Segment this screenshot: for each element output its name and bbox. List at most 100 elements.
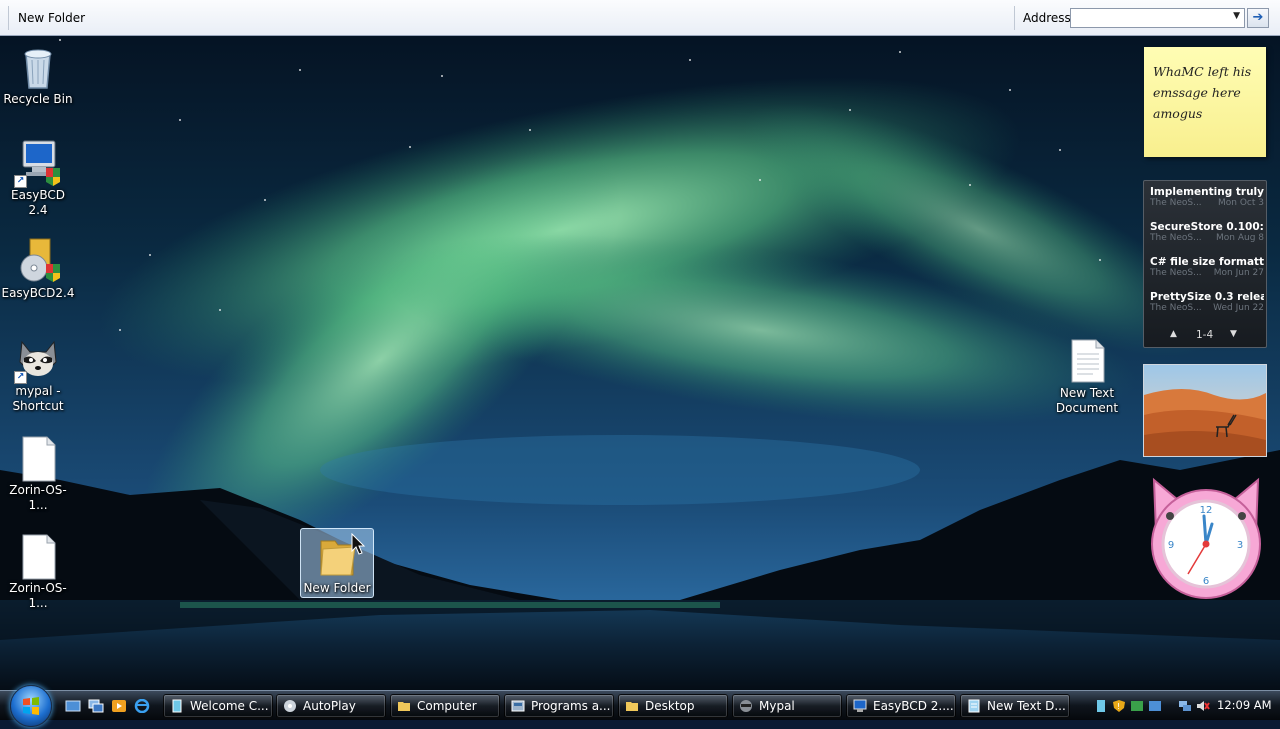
raccoon-icon: ↗ [14, 334, 62, 384]
chevron-down-icon[interactable]: ▼ [1233, 11, 1240, 21]
taskbar-button-desktop[interactable]: Desktop [618, 694, 728, 718]
taskbar-clock[interactable]: 12:09 AM [1217, 698, 1272, 712]
show-desktop-icon[interactable] [65, 699, 81, 713]
shortcut-arrow-icon: ↗ [14, 175, 27, 188]
desktop-icon-zorin-iso-2[interactable]: Zorin-OS-1... [0, 531, 76, 611]
document-icon [14, 531, 62, 581]
easybcd-icon [853, 699, 867, 712]
desktop-icon-label: New Text Document [1055, 386, 1119, 415]
feed-item[interactable]: SecureStore 0.100: K... The NeoS... Mon A… [1150, 221, 1264, 245]
taskbar-button-label: AutoPlay [303, 699, 356, 713]
feed-item-source: The NeoS... [1150, 198, 1202, 208]
feed-item-date: Wed Jun 22 [1213, 303, 1264, 313]
autoplay-icon [284, 700, 296, 712]
windows-logo-icon [23, 697, 39, 715]
cat-clock-face: 12 3 6 9 [1151, 477, 1261, 599]
desktop-icon-mypal-shortcut[interactable]: ↗ mypal - Shortcut [0, 334, 76, 414]
taskbar-button-notepad[interactable]: New Text D... [960, 694, 1070, 718]
go-button[interactable]: ➔ [1247, 8, 1269, 28]
control-panel-icon [511, 700, 525, 712]
mouse-cursor-icon [351, 533, 366, 555]
folder-icon [398, 702, 410, 711]
clock-numeral: 12 [1200, 505, 1213, 516]
desktop-icon-label: EasyBCD2.4 [1, 286, 75, 300]
desktop-icon-easybcd-shortcut[interactable]: ↗ EasyBCD 2.4 [0, 138, 76, 218]
taskbar-button-easybcd[interactable]: EasyBCD 2.... [846, 694, 956, 718]
internet-explorer-icon[interactable] [134, 698, 150, 714]
taskbar-button-programs[interactable]: Programs a... [504, 694, 614, 718]
taskbar-button-welcome-center[interactable]: Welcome C... [163, 694, 273, 718]
desktop-icon-easybcd-installer[interactable]: EasyBCD2.4 [0, 236, 76, 301]
feed-headlines-gadget: Implementing truly s... The NeoS... Mon O… [1143, 180, 1267, 348]
document-icon [14, 433, 62, 483]
desktop-icon-label: mypal - Shortcut [12, 384, 64, 413]
desktop-icon-recycle-bin[interactable]: Recycle Bin [0, 42, 76, 107]
svg-text:!: ! [1117, 702, 1120, 711]
toolbar-separator [8, 6, 9, 30]
chevron-up-icon[interactable]: ▲ [1170, 329, 1177, 339]
feed-item-title: PrettySize 0.3 releas... [1150, 291, 1264, 303]
desert-photo [1144, 365, 1266, 456]
sticky-note-line: emssage here [1153, 85, 1241, 100]
feed-item-source: The NeoS... [1150, 268, 1202, 278]
desktop-icon-label: EasyBCD 2.4 [11, 188, 65, 217]
sticky-note-gadget[interactable]: WhaMC left his emssage here amogus [1144, 47, 1266, 157]
address-input[interactable] [1073, 10, 1227, 28]
feed-pager: ▲ 1-4 ▼ [1166, 329, 1246, 343]
toolbar-separator [1014, 6, 1015, 30]
folder-toolbar: New Folder Address ▼ ➔ [0, 0, 1280, 36]
feed-item[interactable]: PrettySize 0.3 releas... The NeoS... Wed … [1150, 291, 1264, 315]
security-shield-icon[interactable]: ! [1112, 699, 1126, 713]
easybcd-icon: ↗ [14, 138, 62, 188]
update-icon[interactable] [1148, 699, 1162, 713]
desktop-icon-zorin-iso-1[interactable]: Zorin-OS-1... [0, 433, 76, 513]
desktop-icon-new-folder[interactable]: New Folder [300, 528, 374, 598]
taskbar-button-label: New Text D... [987, 699, 1066, 713]
desktop-icon-new-text-document[interactable]: New Text Document [1049, 336, 1125, 416]
folder-icon [313, 531, 366, 581]
clock-numeral: 3 [1237, 540, 1243, 551]
feed-item-title: Implementing truly s... [1150, 186, 1264, 198]
feed-item[interactable]: C# file size formattin... The NeoS... Mon… [1150, 256, 1264, 280]
volume-muted-icon[interactable] [1196, 699, 1210, 713]
desktop-icon-label: New Folder [303, 581, 371, 595]
taskbar-button-autoplay[interactable]: AutoPlay [276, 694, 386, 718]
taskbar-button-label: Desktop [645, 699, 695, 713]
taskbar-button-label: Welcome C... [190, 699, 269, 713]
shortcut-arrow-icon: ↗ [14, 371, 27, 384]
notepad-icon [968, 699, 980, 713]
feed-item-date: Mon Oct 3 [1218, 198, 1264, 208]
network-icon[interactable] [1178, 699, 1192, 713]
arrow-right-icon: ➔ [1252, 10, 1264, 25]
chevron-down-icon[interactable]: ▼ [1230, 329, 1237, 339]
recycle-bin-icon [14, 42, 62, 92]
taskbar-button-computer[interactable]: Computer [390, 694, 500, 718]
start-button[interactable] [10, 685, 52, 727]
media-player-icon[interactable] [111, 699, 127, 713]
taskbar-button-label: Computer [417, 699, 477, 713]
sticky-note-line: WhaMC left his [1153, 64, 1252, 79]
clock-gadget[interactable]: 12 3 6 9 [1144, 472, 1268, 602]
feed-item-date: Mon Jun 27 [1213, 268, 1264, 278]
sidebar-icon[interactable] [1094, 699, 1108, 713]
feed-item-source: The NeoS... [1150, 303, 1202, 313]
folder-icon [626, 702, 638, 711]
taskbar-button-label: Programs a... [531, 699, 611, 713]
clock-numeral: 6 [1203, 576, 1209, 587]
taskbar-button-label: Mypal [759, 699, 795, 713]
feed-item[interactable]: Implementing truly s... The NeoS... Mon O… [1150, 186, 1264, 210]
desktop-icon-label: Zorin-OS-1... [9, 581, 67, 610]
switch-windows-icon[interactable] [88, 699, 104, 713]
sticky-note-line: amogus [1153, 106, 1203, 121]
desktop-icon-label: Zorin-OS-1... [9, 483, 67, 512]
sync-icon[interactable] [1130, 699, 1144, 713]
installer-icon [14, 236, 62, 286]
clock-numeral: 9 [1168, 540, 1174, 551]
feed-page-range: 1-4 [1196, 329, 1214, 341]
feed-item-title: C# file size formattin... [1150, 256, 1264, 268]
text-document-icon [1063, 336, 1111, 386]
desktop-icon-label: Recycle Bin [3, 92, 73, 106]
address-bar[interactable]: ▼ [1070, 8, 1245, 28]
slideshow-gadget[interactable] [1143, 364, 1267, 457]
taskbar-button-mypal[interactable]: Mypal [732, 694, 842, 718]
